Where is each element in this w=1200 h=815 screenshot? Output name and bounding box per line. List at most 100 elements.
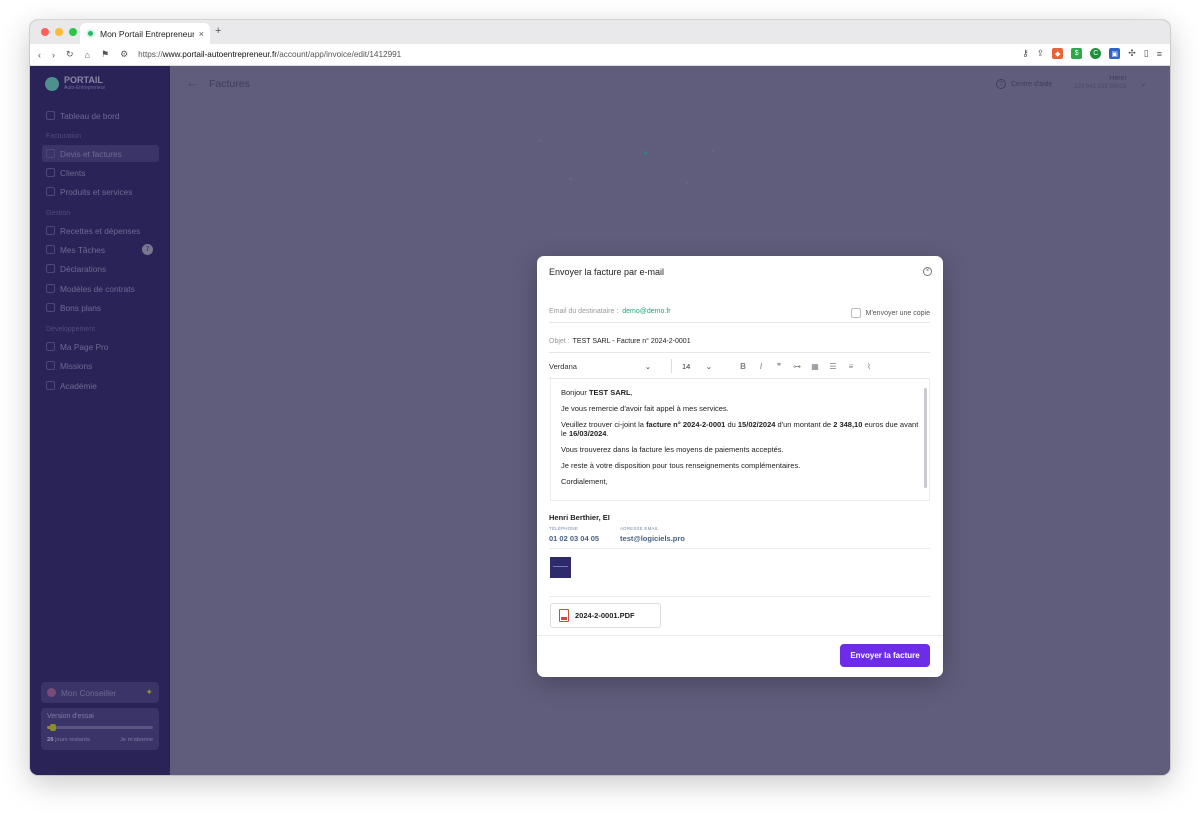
- question-icon: ?: [996, 79, 1006, 89]
- browser-tab[interactable]: Mon Portail Entrepreneur ×: [80, 23, 210, 44]
- new-tab-button[interactable]: +: [215, 25, 221, 37]
- back-icon[interactable]: ‹: [38, 50, 41, 60]
- document-icon: [46, 149, 55, 158]
- editor-scrollbar[interactable]: [924, 388, 927, 488]
- address-bar[interactable]: https://www.portail-autoentrepreneur.fr/…: [138, 50, 401, 59]
- tab-bar: Mon Portail Entrepreneur × +: [30, 20, 1170, 44]
- url-path: /account/app/invoice/edit/1412991: [276, 50, 402, 59]
- italic-icon[interactable]: I: [756, 362, 766, 371]
- sparkle-icon: ✦: [145, 687, 153, 697]
- sidebar-item-products[interactable]: Produits et services: [42, 183, 159, 200]
- sidebar-item-contract-models[interactable]: Modèles de contrats: [42, 280, 159, 297]
- browser-toolbar: ‹ › ↻ ⌂ ⚑ ⚙ https://www.portail-autoentr…: [30, 44, 1170, 66]
- link-icon[interactable]: ⊶: [792, 362, 802, 371]
- contract-icon: [46, 284, 55, 293]
- tab-title: Mon Portail Entrepreneur: [100, 28, 194, 39]
- decorative-star-icon: ✦: [568, 177, 574, 183]
- key-icon[interactable]: ⚷: [1022, 48, 1029, 59]
- quote-icon[interactable]: ❞: [774, 362, 784, 371]
- payments-line: Vous trouverez dans la facture les moyen…: [561, 445, 784, 454]
- bookmark-icon[interactable]: ⚑: [101, 49, 109, 60]
- sidebar-item-my-page[interactable]: Ma Page Pro: [42, 338, 159, 355]
- extension-green-icon[interactable]: $: [1071, 48, 1083, 59]
- thanks-line: Je vous remercie d'avoir fait appel à me…: [561, 404, 729, 413]
- message-editor[interactable]: Bonjour TEST SARL, Je vous remercie d'av…: [550, 379, 930, 501]
- share-icon[interactable]: ⇪: [1037, 48, 1045, 59]
- home-icon[interactable]: ⌂: [85, 50, 90, 60]
- chevron-down-icon: ⌄: [644, 361, 651, 371]
- tab-close-icon[interactable]: ×: [199, 29, 204, 39]
- app: PORTAIL Auto-Entrepreneur Tableau de bor…: [30, 66, 1170, 775]
- site-info-icon[interactable]: ⚙: [120, 49, 128, 60]
- extension-new-icon[interactable]: ▣: [1109, 48, 1121, 59]
- sidebar-item-quotes-invoices[interactable]: Devis et factures: [42, 145, 159, 162]
- client-name: TEST SARL: [588, 388, 631, 397]
- advisor-button[interactable]: Mon Conseiller ✦: [41, 682, 159, 703]
- help-center-link[interactable]: ? Centre d'aide: [996, 79, 1052, 89]
- font-family-select[interactable]: Verdana ⌄: [549, 362, 655, 371]
- sidebar-item-tasks[interactable]: Mes Tâches 7: [42, 241, 159, 258]
- bold-icon[interactable]: B: [738, 362, 748, 371]
- editor-toolbar: Verdana ⌄ 14 ⌄ B I ❞ ⊶ ▦ ☰ ≡ ⌇: [549, 354, 930, 379]
- attachment-chip[interactable]: 2024-2-0001.PDF: [550, 603, 661, 628]
- signature-logo: [550, 557, 571, 578]
- subject-label: Objet :: [549, 338, 570, 345]
- attachment-icon[interactable]: ⌇: [864, 362, 874, 371]
- sidebar: PORTAIL Auto-Entrepreneur Tableau de bor…: [30, 66, 170, 775]
- phone-label: TÉLÉPHONE: [549, 526, 579, 531]
- wallet-icon: [46, 226, 55, 235]
- logo-mark-icon: [45, 77, 59, 91]
- availability-line: Je reste à votre disposition pour tous r…: [561, 461, 801, 470]
- decorative-star-icon: ✦: [642, 148, 650, 158]
- sidebar-item-deals[interactable]: Bons plans: [42, 299, 159, 316]
- attachment-filename: 2024-2-0001.PDF: [575, 611, 635, 620]
- menu-icon[interactable]: ≡: [1157, 49, 1162, 59]
- bullet-list-icon[interactable]: ☰: [828, 362, 838, 371]
- invoice-line: Veuillez trouver ci-joint la facture n° …: [561, 420, 919, 438]
- brand-logo[interactable]: PORTAIL Auto-Entrepreneur: [45, 76, 105, 92]
- section-billing: Facturation: [46, 133, 82, 140]
- closing-line: Cordialement,: [561, 477, 608, 486]
- font-size-select[interactable]: 14 ⌄: [682, 362, 712, 371]
- subject-field[interactable]: Objet : TEST SARL - Facture n° 2024-2-000…: [549, 338, 930, 353]
- decorative-star-icon: ✦: [685, 181, 691, 187]
- sidebar-item-clients[interactable]: Clients: [42, 164, 159, 181]
- sidebar-item-academy[interactable]: Académie: [42, 377, 159, 394]
- sidebar-item-declarations[interactable]: Déclarations: [42, 260, 159, 277]
- recipient-field[interactable]: Email du destinataire : demo@demo.fr M'en…: [549, 308, 930, 323]
- url-host: www.portail-autoentrepreneur.fr: [162, 50, 277, 59]
- minimize-window-button[interactable]: [55, 28, 63, 36]
- numbered-list-icon[interactable]: ≡: [846, 362, 856, 371]
- image-icon[interactable]: ▦: [810, 362, 820, 371]
- extension-circle-icon[interactable]: C: [1090, 48, 1102, 59]
- url-prefix: https://: [138, 50, 163, 59]
- reload-icon[interactable]: ↻: [66, 49, 74, 60]
- back-arrow-icon[interactable]: ←: [186, 75, 199, 90]
- signature-name: Henri Berthier, EI: [549, 513, 610, 522]
- extensions-icon[interactable]: ✣: [1128, 48, 1136, 59]
- sidebar-item-dashboard[interactable]: Tableau de bord: [42, 107, 159, 124]
- subscribe-link[interactable]: Je m'abonne: [120, 737, 153, 743]
- logo-subtitle: Auto-Entrepreneur: [64, 85, 106, 91]
- send-copy-checkbox[interactable]: M'envoyer une copie: [850, 308, 930, 318]
- dialog-footer-divider: [537, 635, 943, 636]
- close-icon[interactable]: ×: [923, 267, 932, 276]
- forward-icon[interactable]: ›: [52, 50, 55, 60]
- chevron-down-icon[interactable]: ⌄: [1140, 79, 1147, 88]
- user-siret: 123 641 239 00019: [1074, 84, 1126, 90]
- sidebar-item-income-expenses[interactable]: Recettes et dépenses: [42, 222, 159, 239]
- send-invoice-button[interactable]: Envoyer la facture: [840, 644, 930, 667]
- sidebar-item-missions[interactable]: Missions: [42, 357, 159, 374]
- decorative-star-icon: ✦: [710, 149, 716, 155]
- sidebar-toggle-icon[interactable]: ▯: [1144, 48, 1149, 59]
- email-value: test@logiciels.pro: [620, 534, 685, 543]
- window-controls: [41, 28, 77, 36]
- decorative-star-icon: ✦: [538, 139, 544, 145]
- trial-progress: [47, 724, 153, 731]
- close-window-button[interactable]: [41, 28, 49, 36]
- brave-shield-icon[interactable]: ◆: [1052, 48, 1064, 59]
- box-icon: [46, 187, 55, 196]
- zoom-window-button[interactable]: [69, 28, 77, 36]
- user-menu[interactable]: Henri 123 641 239 00019: [1070, 75, 1126, 90]
- email-label: ADRESSE EMAIL: [620, 526, 659, 531]
